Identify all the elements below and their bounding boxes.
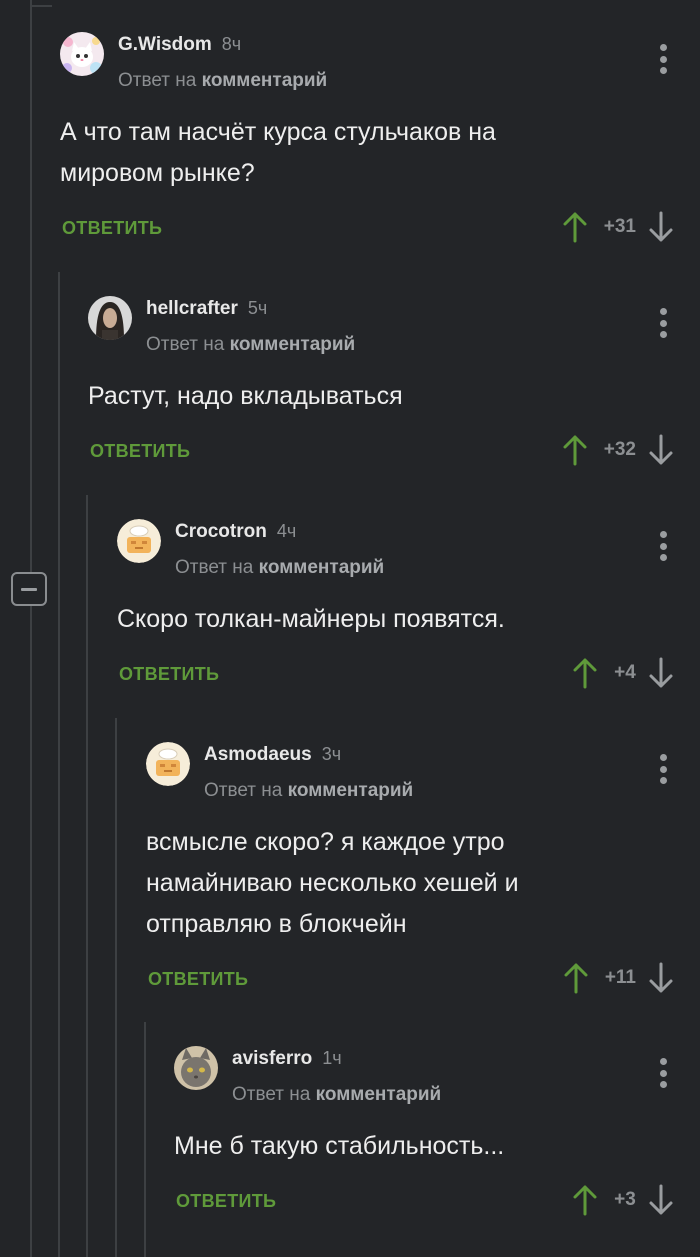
vote-score: +3 bbox=[614, 1189, 636, 1210]
minus-icon bbox=[21, 587, 37, 591]
reply-to-link[interactable]: комментарий bbox=[288, 780, 414, 801]
author-name[interactable]: Crocotron 4ч bbox=[175, 521, 296, 543]
thread-line-level-4 bbox=[144, 1022, 146, 1257]
reply-to-label: Ответ на комментарий bbox=[175, 557, 385, 578]
reply-button[interactable]: ОТВЕТИТЬ bbox=[90, 441, 190, 462]
comment-text: А что там насчёт курса стульчаков на мир… bbox=[60, 118, 496, 187]
comment: Crocotron 4ч Ответ на комментарий Скоро т… bbox=[117, 509, 700, 710]
reply-to-label: Ответ на комментарий bbox=[146, 334, 356, 355]
reply-button[interactable]: ОТВЕТИТЬ bbox=[62, 218, 162, 239]
downvote-arrow-icon[interactable] bbox=[648, 1184, 674, 1216]
upvote-arrow-icon[interactable] bbox=[563, 962, 589, 994]
reply-to-link[interactable]: комментарий bbox=[202, 70, 328, 91]
downvote-arrow-icon[interactable] bbox=[648, 962, 674, 994]
vote-controls: +32 bbox=[562, 432, 674, 468]
comment: G.Wisdom 8ч Ответ на комментарий А что та… bbox=[60, 22, 700, 264]
author-name[interactable]: avisferro 1ч bbox=[232, 1048, 342, 1070]
comment-thread: G.Wisdom 8ч Ответ на комментарий А что та… bbox=[0, 0, 700, 1257]
reply-to-label: Ответ на комментарий bbox=[118, 70, 328, 91]
comment: hellcrafter 5ч Ответ на комментарий Расту… bbox=[88, 286, 700, 487]
cat-photo-avatar-icon[interactable] bbox=[174, 1046, 218, 1090]
comment-time: 1ч bbox=[322, 1048, 342, 1068]
vote-score: +32 bbox=[603, 439, 636, 460]
vote-score: +4 bbox=[614, 662, 636, 683]
downvote-arrow-icon[interactable] bbox=[648, 434, 674, 466]
reply-to-link[interactable]: комментарий bbox=[259, 557, 385, 578]
author-name[interactable]: Asmodaeus 3ч bbox=[204, 744, 341, 766]
vote-controls: +31 bbox=[562, 209, 674, 245]
reply-button[interactable]: ОТВЕТИТЬ bbox=[148, 969, 248, 990]
vote-score: +31 bbox=[603, 216, 636, 237]
reply-to-link[interactable]: комментарий bbox=[230, 334, 356, 355]
reply-to-label: Ответ на комментарий bbox=[204, 780, 414, 801]
default-chef-avatar-icon[interactable] bbox=[146, 742, 190, 786]
author-name[interactable]: G.Wisdom 8ч bbox=[118, 34, 241, 56]
comment-text: всмысле скоро? я каждое утро намайниваю … bbox=[146, 828, 519, 938]
person-photo-avatar-icon[interactable] bbox=[88, 296, 132, 340]
upvote-arrow-icon[interactable] bbox=[572, 1184, 598, 1216]
comment-text: Мне б такую стабильность... bbox=[174, 1132, 505, 1160]
thread-line-level-1 bbox=[58, 272, 60, 1257]
comment-time: 4ч bbox=[276, 521, 297, 541]
more-options-icon[interactable] bbox=[656, 531, 670, 561]
upvote-arrow-icon[interactable] bbox=[562, 211, 588, 243]
upvote-arrow-icon[interactable] bbox=[562, 434, 588, 466]
comment: Asmodaeus 3ч Ответ на комментарий всмысле… bbox=[146, 732, 700, 1015]
more-options-icon[interactable] bbox=[656, 308, 670, 338]
reply-to-label: Ответ на комментарий bbox=[232, 1084, 442, 1105]
thread-line-level-3 bbox=[115, 718, 117, 1257]
thread-connector bbox=[30, 5, 52, 7]
collapse-thread-button[interactable] bbox=[11, 572, 47, 606]
comment-text: Скоро толкан-майнеры появятся. bbox=[117, 605, 505, 633]
downvote-arrow-icon[interactable] bbox=[648, 657, 674, 689]
upvote-arrow-icon[interactable] bbox=[572, 657, 598, 689]
thread-line-level-0 bbox=[30, 0, 32, 1257]
more-options-icon[interactable] bbox=[656, 44, 670, 74]
vote-controls: +3 bbox=[572, 1182, 674, 1218]
vote-score: +11 bbox=[604, 967, 636, 988]
comment-time: 3ч bbox=[321, 744, 342, 764]
reply-button[interactable]: ОТВЕТИТЬ bbox=[176, 1191, 276, 1212]
vote-controls: +4 bbox=[572, 655, 674, 691]
comment-time: 8ч bbox=[221, 34, 242, 54]
thread-line-level-2 bbox=[86, 495, 88, 1257]
more-options-icon[interactable] bbox=[656, 754, 670, 784]
reply-to-link[interactable]: комментарий bbox=[316, 1084, 442, 1105]
kitten-avatar-icon[interactable] bbox=[60, 32, 104, 76]
comment-time: 5ч bbox=[247, 298, 268, 318]
downvote-arrow-icon[interactable] bbox=[648, 211, 674, 243]
default-chef-avatar-icon[interactable] bbox=[117, 519, 161, 563]
comment-text: Растут, надо вкладываться bbox=[88, 382, 403, 410]
reply-button[interactable]: ОТВЕТИТЬ bbox=[119, 664, 219, 685]
more-options-icon[interactable] bbox=[656, 1058, 670, 1088]
vote-controls: +11 bbox=[563, 960, 674, 996]
comment: avisferro 1ч Ответ на комментарий Мне б т… bbox=[174, 1036, 700, 1237]
author-name[interactable]: hellcrafter 5ч bbox=[146, 298, 267, 320]
